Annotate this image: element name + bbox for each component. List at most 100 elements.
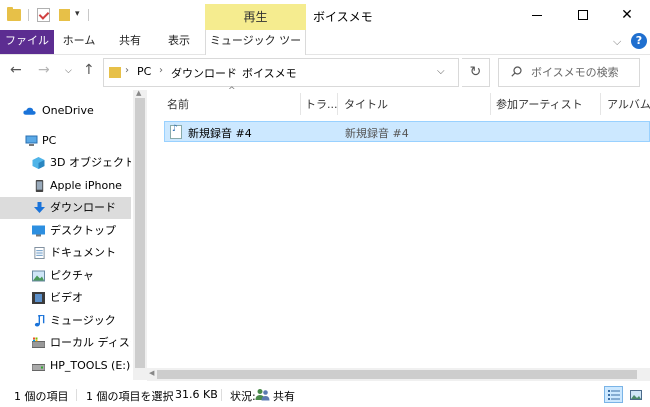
column-header-artist[interactable]: 参加アーティスト <box>496 96 583 112</box>
breadcrumb-pc[interactable]: PC <box>137 65 151 78</box>
maximize-icon <box>578 10 588 20</box>
breadcrumb-separator-icon[interactable]: › <box>125 65 129 76</box>
shared-users-icon <box>255 389 270 401</box>
breadcrumb-separator-icon[interactable]: › <box>231 65 235 76</box>
breadcrumb-voice-memo[interactable]: ボイスメモ <box>242 65 297 81</box>
column-header-row: ^ 名前 トラ... タイトル 参加アーティスト アルバム <box>147 86 650 116</box>
sidebar-item-label: ピクチャ <box>50 269 94 282</box>
sidebar-item-label: PC <box>42 134 57 147</box>
large-icons-view-icon <box>630 390 642 400</box>
computer-icon <box>25 135 38 146</box>
up-arrow-icon[interactable]: ↑ <box>83 62 95 78</box>
title-bar: ▾ 再生 ボイスメモ ✕ <box>0 0 650 30</box>
breadcrumb-downloads[interactable]: ダウンロード <box>171 65 237 81</box>
tab-file[interactable]: ファイル <box>0 30 54 54</box>
desktop-icon <box>32 225 45 237</box>
sidebar-item-label: ダウンロード <box>50 201 116 214</box>
sidebar-item-documents[interactable]: ドキュメント <box>0 242 131 264</box>
video-icon <box>32 292 45 304</box>
file-row[interactable]: 新規録音 #4 新規録音 #4 <box>164 121 650 142</box>
sidebar-item-label: ローカル ディスク (C <box>50 336 131 349</box>
music-icon <box>34 315 45 327</box>
sidebar-item-pictures[interactable]: ピクチャ <box>0 265 131 287</box>
sidebar-item-label: ビデオ <box>50 291 83 304</box>
sidebar-item-3d-objects[interactable]: 3D オブジェクト <box>0 152 131 174</box>
column-divider[interactable] <box>337 93 338 115</box>
column-divider[interactable] <box>600 93 601 115</box>
scrollbar-thumb[interactable] <box>135 98 145 368</box>
sidebar-item-downloads[interactable]: ダウンロード <box>0 197 131 219</box>
sidebar-item-label: OneDrive <box>42 104 94 117</box>
sidebar-item-desktop[interactable]: デスクトップ <box>0 220 131 242</box>
details-view-icon <box>608 390 620 400</box>
ribbon: ファイル ホーム 共有 表示 ミュージック ツール ⌵ ? <box>0 30 650 69</box>
selected-count: 1 個の項目を選択 <box>86 390 174 403</box>
tab-music-tools[interactable]: ミュージック ツール <box>205 30 306 69</box>
sidebar-item-label: Apple iPhone <box>50 179 122 192</box>
scrollbar-thumb[interactable] <box>157 370 637 379</box>
column-header-name[interactable]: 名前 <box>167 96 189 112</box>
scroll-left-icon[interactable]: ◀ <box>149 369 154 377</box>
picture-icon <box>32 270 45 282</box>
status-bar: 1 個の項目 1 個の項目を選択 31.6 KB 状況: 共有 <box>0 381 650 407</box>
search-input[interactable] <box>531 64 636 81</box>
search-box[interactable] <box>498 58 640 87</box>
sidebar-item-videos[interactable]: ビデオ <box>0 287 131 309</box>
sidebar-scrollbar[interactable]: ▲ <box>133 89 147 380</box>
address-dropdown-icon[interactable]: ⌵ <box>437 66 445 77</box>
sidebar-item-apple-iphone[interactable]: Apple iPhone <box>0 175 131 197</box>
forward-arrow-icon[interactable]: → <box>38 62 50 78</box>
expand-ribbon-icon[interactable]: ⌵ <box>613 35 621 49</box>
search-icon <box>511 66 522 77</box>
audio-file-icon <box>170 124 182 139</box>
details-view-button[interactable] <box>604 386 623 403</box>
folder-icon[interactable] <box>7 7 21 21</box>
address-bar[interactable]: › PC › ダウンロード › ボイスメモ ⌵ <box>103 58 459 87</box>
column-divider[interactable] <box>490 93 491 115</box>
minimize-button[interactable] <box>514 0 560 30</box>
sidebar-item-local-disk[interactable]: ローカル ディスク (C <box>0 332 131 354</box>
back-arrow-icon[interactable]: ← <box>10 62 22 78</box>
recent-locations-icon[interactable]: ⌵ <box>65 66 72 76</box>
close-button[interactable]: ✕ <box>604 0 650 30</box>
scroll-up-icon[interactable]: ▲ <box>136 89 141 97</box>
navigation-bar: ← → ⌵ ↑ › PC › ダウンロード › ボイスメモ ⌵ ↻ <box>0 55 650 90</box>
toolbar-separator <box>88 9 89 21</box>
window-title: ボイスメモ <box>313 10 373 24</box>
horizontal-scrollbar[interactable]: ◀ <box>147 368 650 381</box>
breadcrumb-separator-icon[interactable]: › <box>159 65 163 76</box>
column-header-title[interactable]: タイトル <box>344 96 388 112</box>
sidebar-item-onedrive[interactable]: OneDrive <box>0 100 131 122</box>
disk-icon <box>32 337 45 348</box>
file-name: 新規録音 #4 <box>188 127 252 140</box>
minimize-icon <box>532 14 542 16</box>
refresh-icon: ↻ <box>469 64 482 80</box>
toolbar-separator <box>28 9 29 21</box>
column-header-track[interactable]: トラ... <box>305 96 338 112</box>
refresh-button[interactable]: ↻ <box>462 58 490 87</box>
cloud-icon <box>23 107 36 115</box>
state-label: 状況: <box>230 390 256 403</box>
column-header-album[interactable]: アルバム <box>607 96 650 112</box>
sidebar-item-hp-tools[interactable]: HP_TOOLS (E:) <box>0 355 131 377</box>
document-icon <box>34 247 45 259</box>
sidebar-item-music[interactable]: ミュージック <box>0 310 131 332</box>
help-icon[interactable]: ? <box>631 33 647 49</box>
new-folder-icon[interactable] <box>59 9 70 21</box>
customize-toolbar-icon[interactable]: ▾ <box>75 9 80 25</box>
tab-share[interactable]: 共有 <box>108 30 152 54</box>
sidebar-item-pc[interactable]: PC <box>0 130 131 152</box>
tab-view[interactable]: 表示 <box>157 30 201 54</box>
sort-ascending-icon: ^ <box>228 86 236 96</box>
maximize-button[interactable] <box>560 0 606 30</box>
context-tab-header: 再生 <box>205 4 306 30</box>
properties-icon[interactable] <box>37 8 50 22</box>
column-divider[interactable] <box>300 93 301 115</box>
tab-home[interactable]: ホーム <box>58 30 100 54</box>
sidebar-item-label: HP_TOOLS (E:) <box>50 359 131 372</box>
large-icons-view-button[interactable] <box>626 386 645 403</box>
state-value: 共有 <box>273 390 295 403</box>
item-count: 1 個の項目 <box>14 390 69 403</box>
sidebar-item-label: ミュージック <box>50 314 116 327</box>
cube-icon <box>32 157 45 169</box>
